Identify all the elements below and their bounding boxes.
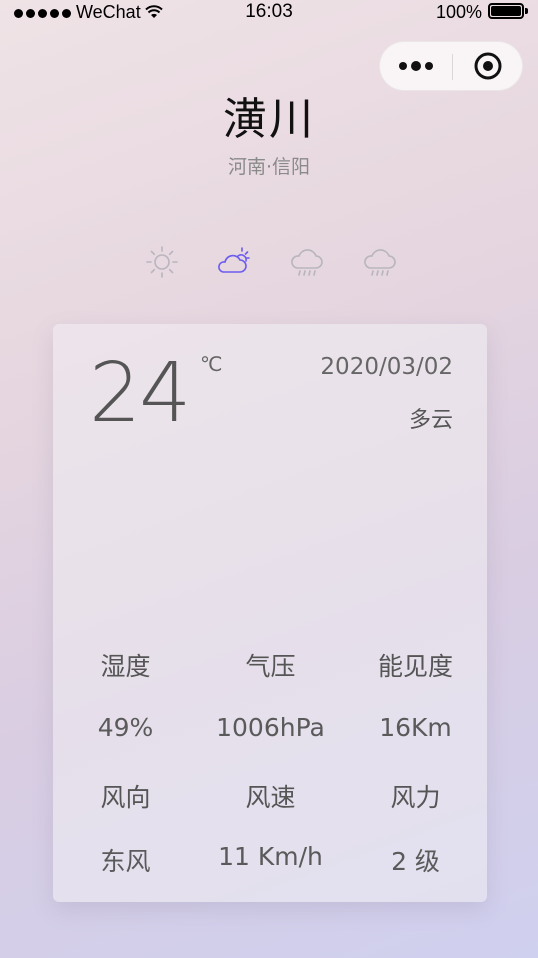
temperature-unit: ℃ — [200, 352, 223, 376]
visibility-label: 能见度 — [377, 652, 453, 681]
wind-speed-label: 风速 — [245, 783, 296, 812]
wind-power-label: 风力 — [390, 783, 441, 812]
temperature-value: 24 — [89, 346, 191, 441]
weather-condition: 多云 — [408, 408, 453, 433]
battery-icon — [488, 3, 528, 21]
wind-direction-value: 东风 — [100, 847, 151, 876]
wind-power-value: 2 级 — [391, 847, 440, 876]
partly-cloudy-icon[interactable] — [216, 244, 252, 280]
weather-card: 24 ℃ 2020/03/02 多云 湿度 气压 能见度 49% 1006hPa… — [53, 324, 487, 902]
battery-percent: 100% — [435, 1, 482, 22]
wind-speed-value: 11 Km/h — [218, 842, 323, 871]
pressure-value: 1006hPa — [216, 713, 325, 742]
status-bar: WeChat 16:03 100% — [0, 0, 538, 24]
humidity-label: 湿度 — [100, 652, 151, 681]
humidity-value: 49% — [97, 713, 154, 742]
sun-icon[interactable] — [144, 244, 180, 280]
wind-direction-label: 风向 — [100, 783, 151, 812]
pressure-label: 气压 — [245, 652, 296, 681]
rain-cloud-icon[interactable] — [362, 244, 398, 280]
visibility-value: 16Km — [379, 713, 452, 742]
rain-cloud-icon[interactable] — [289, 244, 325, 280]
date-label: 2020/03/02 — [320, 354, 453, 380]
status-right: 100% — [436, 0, 528, 24]
close-target-icon — [474, 52, 502, 80]
forecast-icon-row — [0, 244, 538, 280]
region-name: 河南·信阳 — [227, 156, 311, 178]
city-name: 潢川 — [223, 94, 315, 145]
